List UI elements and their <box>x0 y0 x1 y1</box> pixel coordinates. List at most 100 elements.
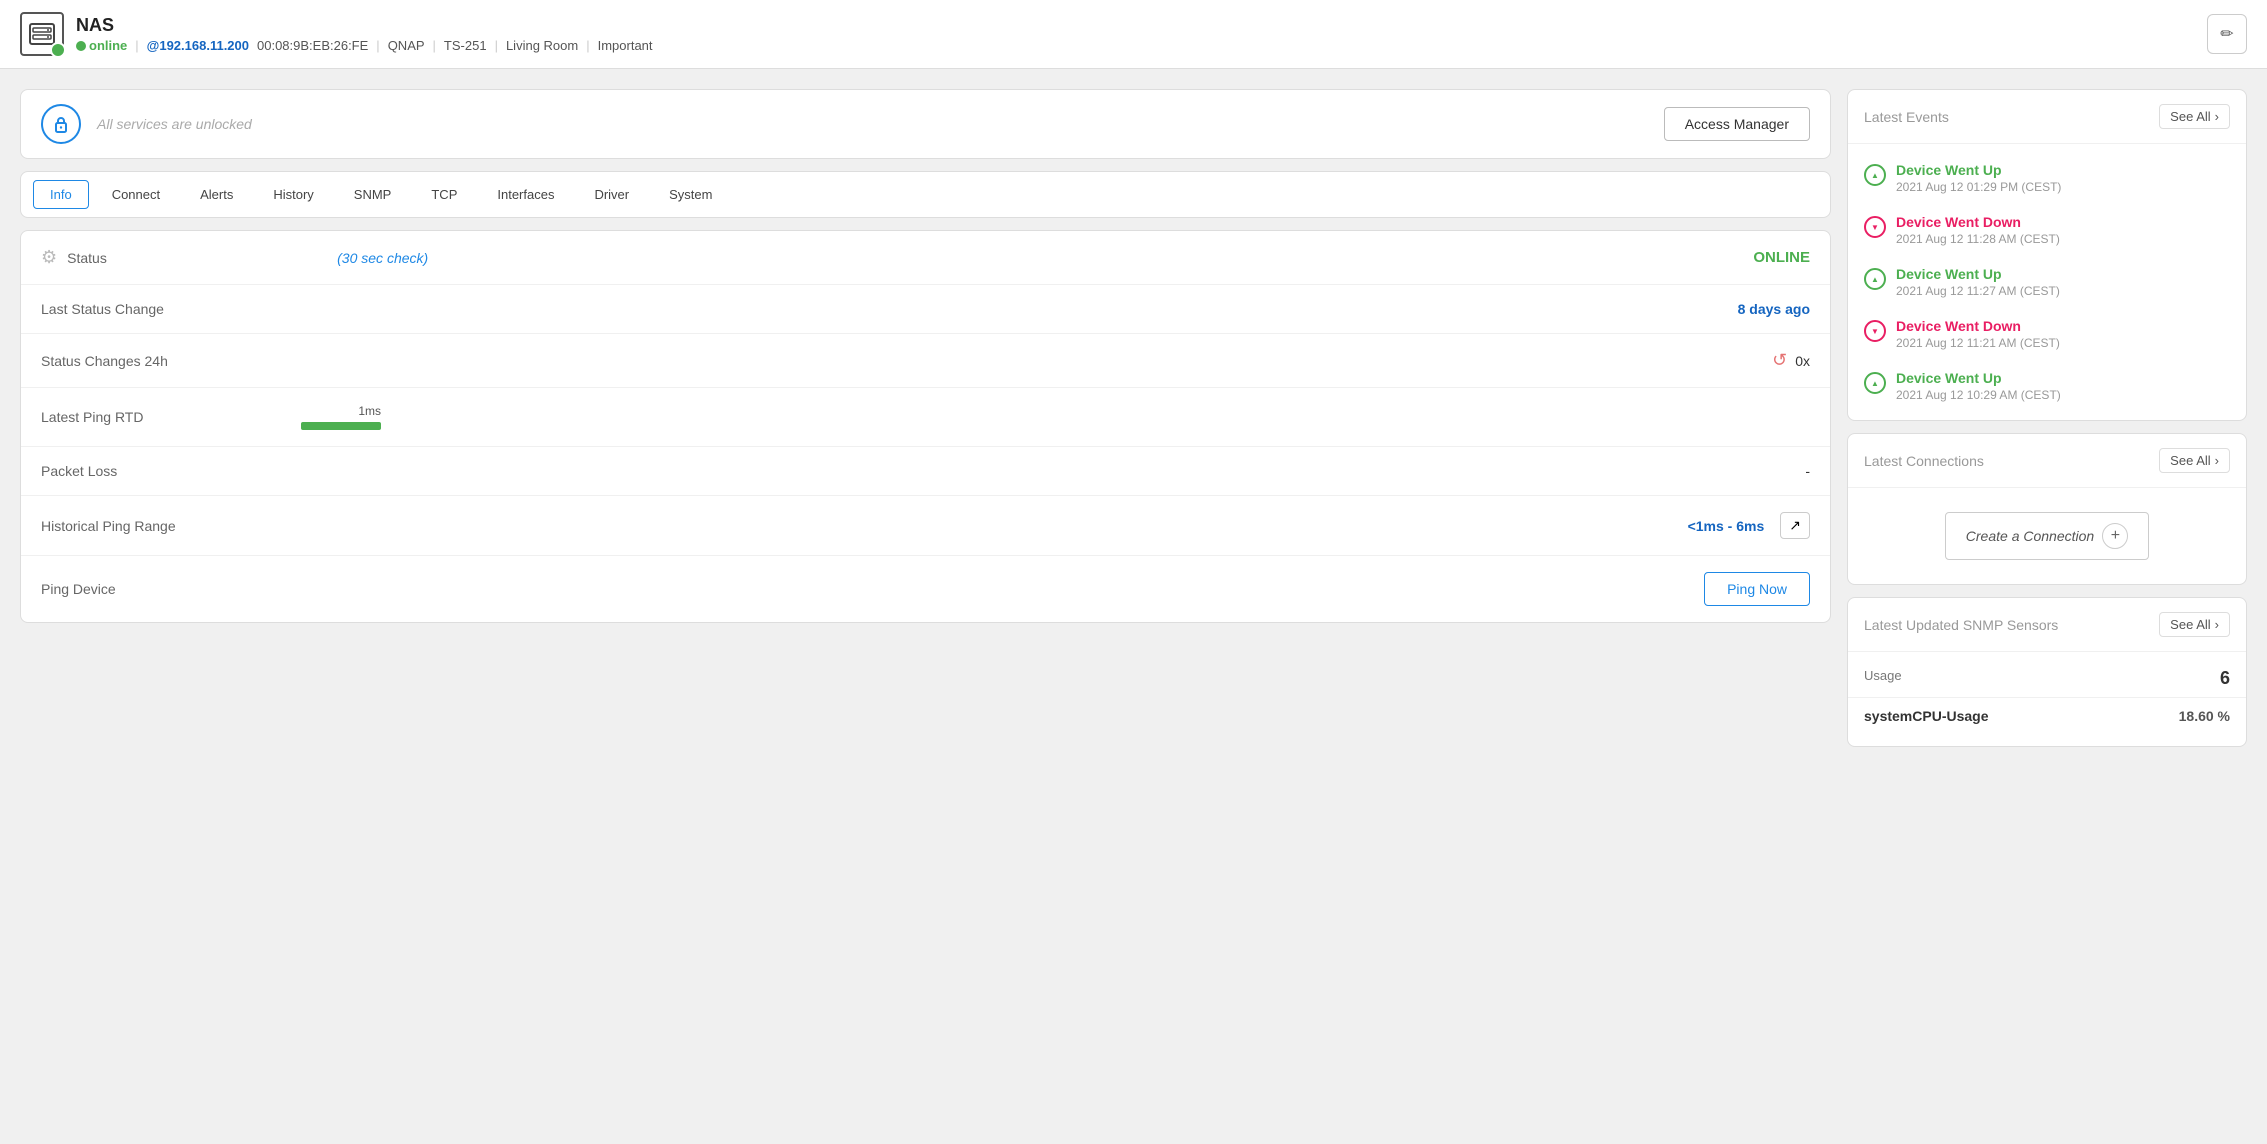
event-title-5: Device Went Up <box>1896 370 2061 386</box>
create-connection-label: Create a Connection <box>1966 528 2094 544</box>
status-text: online <box>89 38 127 53</box>
info-panel: ⚙ Status (30 sec check) ONLINE Last Stat… <box>20 230 1831 623</box>
chevron-right-icon-snmp: › <box>2215 617 2219 632</box>
last-change-value: 8 days ago <box>301 301 1810 317</box>
packet-loss-label: Packet Loss <box>41 463 301 479</box>
device-icon <box>20 12 64 56</box>
event-time-1: 2021 Aug 12 01:29 PM (CEST) <box>1896 180 2061 194</box>
main-content: All services are unlocked Access Manager… <box>0 69 2267 767</box>
gear-icon: ⚙ <box>41 247 57 268</box>
ping-ms: 1ms <box>358 404 381 418</box>
event-title-2: Device Went Down <box>1896 214 2060 230</box>
tab-connect[interactable]: Connect <box>95 180 177 209</box>
snmp-data-row-1: systemCPU-Usage 18.60 % <box>1848 698 2246 734</box>
snmp-see-all-button[interactable]: See All › <box>2159 612 2230 637</box>
event-item-3: Device Went Up 2021 Aug 12 11:27 AM (CES… <box>1848 256 2246 308</box>
model: TS-251 <box>444 38 487 53</box>
tab-tcp[interactable]: TCP <box>414 180 474 209</box>
event-up-icon-3 <box>1864 268 1886 290</box>
event-time-4: 2021 Aug 12 11:21 AM (CEST) <box>1896 336 2060 350</box>
ping-rtd-label: Latest Ping RTD <box>41 409 301 425</box>
changes-24h-row: Status Changes 24h ↺ 0x <box>21 334 1830 388</box>
ping-device-label: Ping Device <box>41 581 301 597</box>
event-title-3: Device Went Up <box>1896 266 2060 282</box>
status-label: Status <box>67 250 327 266</box>
connections-see-all-button[interactable]: See All › <box>2159 448 2230 473</box>
event-item-2: Device Went Down 2021 Aug 12 11:28 AM (C… <box>1848 204 2246 256</box>
ping-rdt-value: 1ms <box>301 404 381 430</box>
packet-loss-row: Packet Loss - <box>21 447 1830 496</box>
snmp-sensors-title: Latest Updated SNMP Sensors <box>1864 617 2058 633</box>
ping-now-button[interactable]: Ping Now <box>1704 572 1810 606</box>
tabs-bar: Info Connect Alerts History SNMP TCP Int… <box>20 171 1831 218</box>
create-connection-button[interactable]: Create a Connection + <box>1945 512 2149 560</box>
event-time-5: 2021 Aug 12 10:29 AM (CEST) <box>1896 388 2061 402</box>
shield-badge <box>50 42 66 58</box>
access-manager-button[interactable]: Access Manager <box>1664 107 1810 141</box>
refresh-icon: ↺ <box>1772 350 1787 371</box>
status-dot <box>76 41 86 51</box>
snmp-body: Usage 6 systemCPU-Usage 18.60 % <box>1848 652 2246 746</box>
unlocked-text: All services are unlocked <box>97 116 1648 132</box>
vendor: QNAP <box>388 38 425 53</box>
create-plus-icon: + <box>2102 523 2128 549</box>
event-item-1: Device Went Up 2021 Aug 12 01:29 PM (CES… <box>1848 152 2246 204</box>
status-check: (30 sec check) <box>337 250 428 266</box>
snmp-val-1: 18.60 % <box>2179 708 2230 724</box>
left-panel: All services are unlocked Access Manager… <box>20 89 1831 747</box>
event-title-1: Device Went Up <box>1896 162 2061 178</box>
lock-icon <box>41 104 81 144</box>
tab-snmp[interactable]: SNMP <box>337 180 409 209</box>
device-info: NAS online | @192.168.11.200 00:08:9B:EB… <box>76 15 2195 53</box>
location: Living Room <box>506 38 578 53</box>
pencil-icon: ✏ <box>2220 24 2233 44</box>
tag: Important <box>598 38 653 53</box>
edit-button[interactable]: ✏ <box>2207 14 2247 54</box>
latest-connections-card: Latest Connections See All › Create a Co… <box>1847 433 2247 585</box>
event-item-5: Device Went Up 2021 Aug 12 10:29 AM (CES… <box>1848 360 2246 412</box>
access-manager-bar: All services are unlocked Access Manager <box>20 89 1831 159</box>
tab-driver[interactable]: Driver <box>577 180 646 209</box>
tab-alerts[interactable]: Alerts <box>183 180 250 209</box>
historical-value: <1ms - 6ms <box>1688 518 1765 534</box>
snmp-col-label: Usage <box>1864 668 1902 689</box>
event-up-icon-5 <box>1864 372 1886 394</box>
event-down-icon-2 <box>1864 216 1886 238</box>
latest-connections-header: Latest Connections See All › <box>1848 434 2246 488</box>
ping-bar <box>301 422 381 430</box>
snmp-key-1: systemCPU-Usage <box>1864 708 1989 724</box>
last-change-label: Last Status Change <box>41 301 301 317</box>
last-change-row: Last Status Change 8 days ago <box>21 285 1830 334</box>
device-name: NAS <box>76 15 2195 36</box>
event-time-2: 2021 Aug 12 11:28 AM (CEST) <box>1896 232 2060 246</box>
status-indicator: online <box>76 38 127 53</box>
mac-address: 00:08:9B:EB:26:FE <box>257 38 368 53</box>
ip-address: @192.168.11.200 <box>147 38 249 53</box>
changes-24h-value: 0x <box>1795 353 1810 369</box>
latest-events-header: Latest Events See All › <box>1848 90 2246 144</box>
event-title-4: Device Went Down <box>1896 318 2060 334</box>
snmp-sensors-header: Latest Updated SNMP Sensors See All › <box>1848 598 2246 652</box>
connections-body: Create a Connection + <box>1848 488 2246 584</box>
latest-connections-title: Latest Connections <box>1864 453 1984 469</box>
right-panel: Latest Events See All › Device Went Up 2… <box>1847 89 2247 747</box>
chevron-right-icon: › <box>2215 109 2219 124</box>
tab-history[interactable]: History <box>256 180 330 209</box>
latest-events-card: Latest Events See All › Device Went Up 2… <box>1847 89 2247 421</box>
event-list: Device Went Up 2021 Aug 12 01:29 PM (CES… <box>1848 144 2246 420</box>
packet-loss-value: - <box>301 463 1810 479</box>
tab-info[interactable]: Info <box>33 180 89 209</box>
historical-ping-row: Historical Ping Range <1ms - 6ms ↗ <box>21 496 1830 556</box>
events-see-all-button[interactable]: See All › <box>2159 104 2230 129</box>
event-time-3: 2021 Aug 12 11:27 AM (CEST) <box>1896 284 2060 298</box>
event-down-icon-4 <box>1864 320 1886 342</box>
snmp-col-header: Usage 6 <box>1848 664 2246 698</box>
chart-button[interactable]: ↗ <box>1780 512 1810 539</box>
snmp-sensors-card: Latest Updated SNMP Sensors See All › Us… <box>1847 597 2247 747</box>
ping-rtd-row: Latest Ping RTD 1ms <box>21 388 1830 447</box>
snmp-col-value: 6 <box>2220 668 2230 689</box>
tab-interfaces[interactable]: Interfaces <box>480 180 571 209</box>
top-bar: NAS online | @192.168.11.200 00:08:9B:EB… <box>0 0 2267 69</box>
chevron-right-icon-connections: › <box>2215 453 2219 468</box>
tab-system[interactable]: System <box>652 180 729 209</box>
